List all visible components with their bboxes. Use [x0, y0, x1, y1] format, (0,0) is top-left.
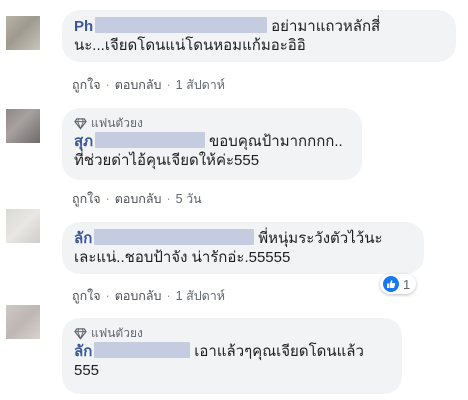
commenter-name[interactable]: Ph [74, 18, 93, 35]
commenter-name[interactable]: ลัก [74, 343, 92, 360]
comment-bubble: แฟนตัวยง ลัก เอาแล้วๆคุณเจียดโดนแล้ว 555 [62, 318, 402, 394]
reply-link[interactable]: ตอบกลับ [115, 78, 162, 92]
comment-bubble: แฟนตัวยง สุภ ขอบคุณป้ามากกกก.. ที่ช่วยด่า… [62, 108, 362, 180]
comment-actions: ถูกใจ · ตอบกลับ · 1 สัปดาห์ [72, 78, 226, 92]
comment-text: นะ...เจียดโดนแน่โดนหอมแก้มอะอิอิ [74, 37, 306, 54]
fan-badge: แฟนตัวยง [74, 115, 350, 131]
avatar[interactable] [6, 305, 40, 339]
comment-text: เอาแล้วๆคุณเจียดโดนแล้ว [194, 343, 364, 360]
fan-badge-label: แฟนตัวยง [91, 326, 143, 340]
avatar[interactable] [6, 109, 40, 143]
scrollbar[interactable] [463, 0, 468, 400]
like-link[interactable]: ถูกใจ [72, 78, 101, 92]
commenter-name[interactable]: ลัก [74, 230, 92, 247]
diamond-fan-badge-icon [74, 117, 87, 130]
comment-text: ที่ช่วยด่าไอ้คุนเจียดให้ค่ะ555 [74, 152, 260, 169]
reply-link[interactable]: ตอบกลับ [115, 192, 162, 206]
redacted-name [95, 132, 206, 148]
reaction-count: 1 [403, 276, 411, 292]
fan-badge: แฟนตัวยง [74, 325, 390, 341]
comment-actions: ถูกใจ · ตอบกลับ · 5 วัน [72, 192, 202, 206]
comment-text: 555 [74, 362, 100, 379]
reply-link[interactable]: ตอบกลับ [115, 289, 162, 303]
commenter-name[interactable]: สุภ [74, 133, 93, 150]
timestamp[interactable]: 1 สัปดาห์ [176, 289, 225, 303]
comment-text: เละแน่..ชอบป้าจัง น่ารักอ่ะ.55555 [74, 249, 291, 266]
like-link[interactable]: ถูกใจ [72, 192, 101, 206]
fan-badge-label: แฟนตัวยง [91, 116, 143, 130]
diamond-fan-badge-icon [74, 327, 87, 340]
avatar[interactable] [6, 16, 40, 50]
redacted-name [95, 17, 268, 33]
comment-bubble: ลัก พี่หนุ่มระวังตัวไว้นะ เละแน่..ชอบป้าจ… [62, 222, 424, 274]
comment-text: ขอบคุณป้ามากกกก.. [209, 133, 343, 150]
redacted-name [94, 342, 191, 358]
reaction-summary[interactable]: 1 [380, 274, 417, 294]
redacted-name [94, 229, 255, 245]
comment-bubble: Ph อย่ามาแถวหลักสี่ นะ...เจียดโดนแน่โดนหอ… [62, 10, 456, 62]
timestamp[interactable]: 1 สัปดาห์ [176, 78, 225, 92]
timestamp[interactable]: 5 วัน [176, 192, 202, 206]
avatar[interactable] [6, 209, 40, 243]
comment-text: พี่หนุ่มระวังตัวไว้นะ [258, 230, 383, 247]
like-reaction-icon [383, 276, 399, 292]
comment-text: อย่ามาแถวหลักสี่ [271, 18, 381, 35]
comment-thread: Ph อย่ามาแถวหลักสี่ นะ...เจียดโดนแน่โดนหอ… [0, 0, 468, 400]
like-link[interactable]: ถูกใจ [72, 289, 101, 303]
comment-actions: ถูกใจ · ตอบกลับ · 1 สัปดาห์ [72, 289, 226, 303]
